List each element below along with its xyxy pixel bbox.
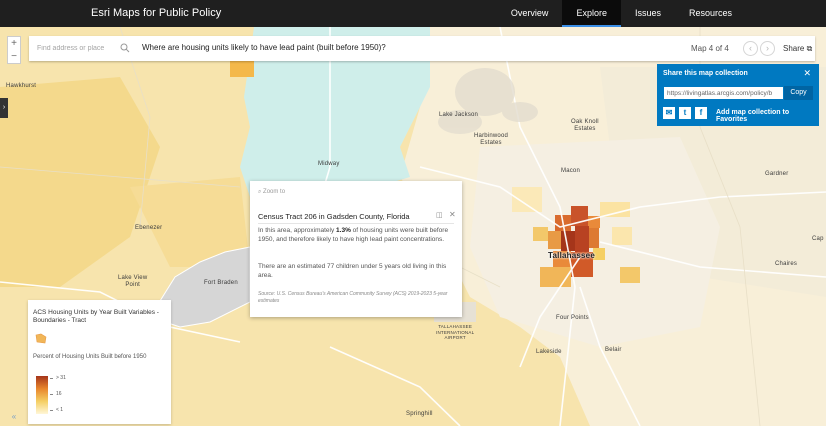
facebook-icon[interactable]: f xyxy=(695,107,707,119)
place-lake-jackson: Lake Jackson xyxy=(439,112,479,118)
popup-children-text: There are an estimated 77 children under… xyxy=(258,263,447,279)
legend-polygon-swatch xyxy=(35,333,47,344)
place-four-points: Four Points xyxy=(556,315,589,321)
place-harbinwood: Harbinwood Estates xyxy=(474,133,509,146)
legend-tick xyxy=(50,394,53,395)
popup-divider xyxy=(258,223,454,224)
place-springhill: Springhill xyxy=(406,411,433,417)
copy-button[interactable]: Copy xyxy=(784,86,813,100)
nav-issues[interactable]: Issues xyxy=(621,0,675,27)
search-bar: Where are housing units likely to have l… xyxy=(29,36,815,61)
place-oak-knoll: Oak Knoll Estates xyxy=(571,119,599,132)
collapse-chevron-icon[interactable]: « xyxy=(8,412,20,424)
place-gardner: Gardner xyxy=(765,171,789,177)
popup-title: Census Tract 206 in Gadsden County, Flor… xyxy=(258,212,410,221)
place-belair: Belair xyxy=(605,347,622,353)
app-title[interactable]: Esri Maps for Public Policy xyxy=(91,7,221,19)
zoom-in-button[interactable]: + xyxy=(8,37,20,50)
zoom-to-label: Zoom to xyxy=(263,189,286,195)
legend-color-ramp xyxy=(36,376,48,414)
next-map-button[interactable]: › xyxy=(760,41,775,56)
share-url-field[interactable] xyxy=(663,86,784,100)
twitter-icon[interactable]: t xyxy=(679,107,691,119)
map-legend: ACS Housing Units by Year Built Variable… xyxy=(28,300,171,424)
place-tallahassee: Tallahassee xyxy=(548,251,595,260)
place-lakeside: Lakeside xyxy=(536,349,562,355)
place-cap: Cap xyxy=(812,236,824,242)
legend-subtitle: Percent of Housing Units Built before 19… xyxy=(33,354,147,360)
top-nav-bar: Esri Maps for Public Policy Overview Exp… xyxy=(0,0,826,27)
place-midway: Midway xyxy=(318,161,340,167)
place-ebenezer: Ebenezer xyxy=(135,225,163,231)
place-fort-braden: Fort Braden xyxy=(204,280,238,286)
legend-label-low: < 1 xyxy=(56,407,64,413)
share-label: Share xyxy=(783,44,805,53)
popup-body-before: In this area, approximately xyxy=(258,227,337,234)
share-popup-title: Share this map collection xyxy=(663,70,748,77)
place-chaires: Chaires xyxy=(775,261,798,267)
share-icon: ⧉ xyxy=(806,44,813,53)
prev-map-button[interactable]: ‹ xyxy=(743,41,758,56)
map-question: Where are housing units likely to have l… xyxy=(142,43,386,52)
close-icon[interactable]: ✕ xyxy=(803,68,811,79)
dock-icon[interactable]: ◫ xyxy=(436,211,443,219)
nav-overview[interactable]: Overview xyxy=(497,0,563,27)
popup-source: Source: U.S. Census Bureau's American Co… xyxy=(258,291,448,304)
search-icon[interactable] xyxy=(120,43,130,53)
share-popup: Share this map collection ✕ Copy ✉ t f A… xyxy=(657,64,819,126)
feature-popup: ⌕ Zoom to Census Tract 206 in Gadsden Co… xyxy=(250,181,462,317)
zoom-out-button[interactable]: − xyxy=(8,50,20,63)
nav-resources[interactable]: Resources xyxy=(675,0,826,27)
legend-tick xyxy=(50,378,53,379)
place-macon: Macon xyxy=(561,168,581,174)
legend-tick xyxy=(50,410,53,411)
popup-body: In this area, approximately 1.3% of hous… xyxy=(258,227,454,244)
main-nav: Overview Explore Issues Resources xyxy=(497,0,826,27)
add-favorites-link[interactable]: Add map collection to Favorites xyxy=(716,109,819,123)
popup-close-icon[interactable]: ✕ xyxy=(449,210,456,219)
zoom-to-icon: ⌕ xyxy=(258,189,262,195)
map-counter: Map 4 of 4 xyxy=(691,44,729,53)
place-hawkhurst: Hawkhurst xyxy=(6,83,37,89)
place-lake-view-point: Lake View Point xyxy=(118,275,148,288)
zoom-to-link[interactable]: ⌕ Zoom to xyxy=(258,189,285,196)
nav-explore[interactable]: Explore xyxy=(562,0,621,27)
place-airport: TALLAHASSEE INTERNATIONAL AIRPORT xyxy=(436,324,475,340)
legend-label-mid: 16 xyxy=(56,391,62,397)
zoom-controls: + − xyxy=(7,36,21,64)
side-panel-toggle[interactable]: › xyxy=(0,98,8,118)
legend-label-high: > 31 xyxy=(56,375,66,381)
popup-percent: 1.3% xyxy=(336,227,351,234)
search-input[interactable] xyxy=(37,42,127,55)
email-icon[interactable]: ✉ xyxy=(663,107,675,119)
legend-title: ACS Housing Units by Year Built Variable… xyxy=(33,309,159,324)
share-button[interactable]: Share ⧉ xyxy=(783,44,812,54)
